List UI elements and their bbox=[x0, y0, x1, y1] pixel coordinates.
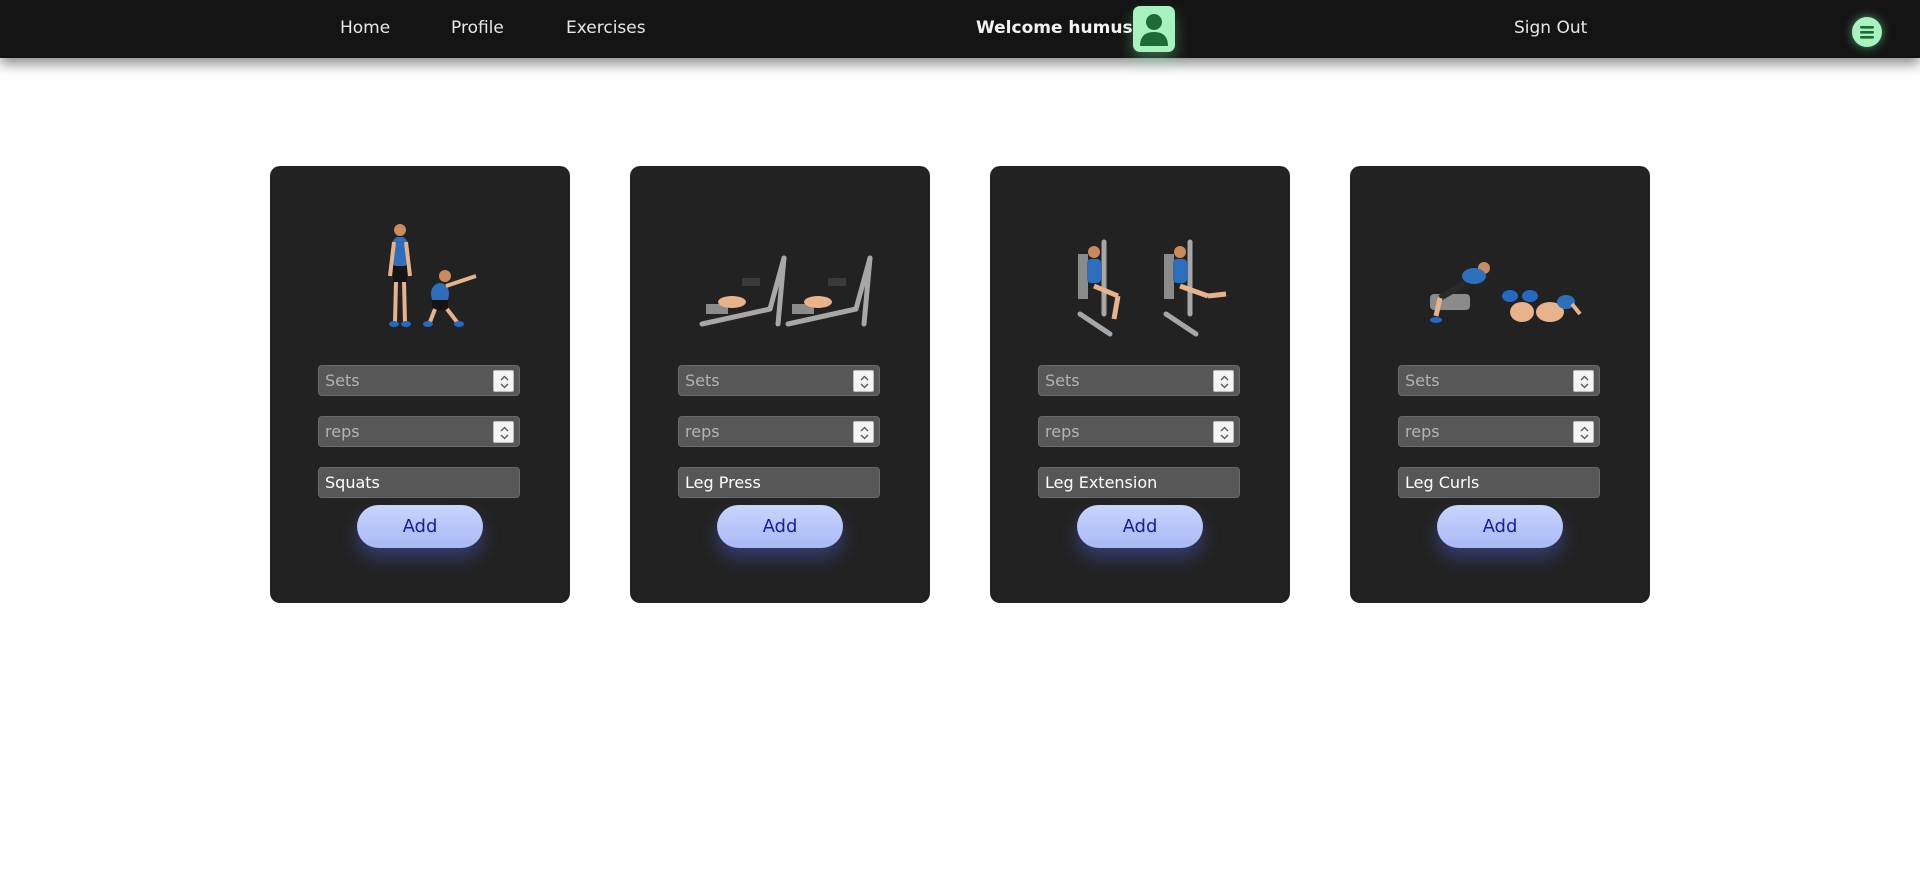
exercise-name-field: Leg Press bbox=[678, 467, 880, 498]
sets-spinner[interactable] bbox=[853, 370, 874, 392]
user-avatar[interactable] bbox=[1133, 6, 1175, 52]
leg-press-illustration bbox=[699, 255, 873, 327]
hamburger-icon bbox=[1860, 26, 1874, 39]
spinner-arrows-icon bbox=[500, 375, 509, 389]
top-navbar: Home Profile Exercises Welcome humus Sig… bbox=[0, 0, 1920, 58]
sets-input[interactable] bbox=[1039, 366, 1209, 395]
spinner-arrows-icon bbox=[1220, 426, 1229, 440]
reps-input[interactable] bbox=[1399, 417, 1569, 446]
add-button[interactable]: Add bbox=[717, 505, 843, 548]
reps-spinner[interactable] bbox=[493, 421, 514, 443]
user-icon bbox=[1140, 14, 1168, 46]
nav-home-link[interactable]: Home bbox=[340, 18, 390, 38]
add-button[interactable]: Add bbox=[1437, 505, 1563, 548]
reps-field bbox=[1038, 416, 1240, 447]
exercise-name-field: Leg Curls bbox=[1398, 467, 1600, 498]
reps-spinner[interactable] bbox=[1213, 421, 1234, 443]
sets-spinner[interactable] bbox=[1573, 370, 1594, 392]
sets-field bbox=[1038, 365, 1240, 396]
sets-input[interactable] bbox=[679, 366, 849, 395]
leg-extension-illustration bbox=[1077, 239, 1227, 337]
nav-exercises-link[interactable]: Exercises bbox=[566, 18, 646, 38]
spinner-arrows-icon bbox=[1580, 375, 1589, 389]
exercise-name-field: Squats bbox=[318, 467, 520, 498]
reps-input[interactable] bbox=[679, 417, 849, 446]
sets-input[interactable] bbox=[319, 366, 489, 395]
exercise-card-squats: Squats Add bbox=[270, 166, 570, 603]
sets-spinner[interactable] bbox=[1213, 370, 1234, 392]
welcome-text: Welcome humus bbox=[976, 18, 1133, 38]
exercise-card-leg-press: Leg Press Add bbox=[630, 166, 930, 603]
leg-curls-illustration bbox=[1430, 262, 1582, 323]
nav-profile-link[interactable]: Profile bbox=[451, 18, 504, 38]
sign-out-link[interactable]: Sign Out bbox=[1514, 18, 1587, 38]
spinner-arrows-icon bbox=[1220, 375, 1229, 389]
sets-input[interactable] bbox=[1399, 366, 1569, 395]
reps-field bbox=[1398, 416, 1600, 447]
sets-field bbox=[678, 365, 880, 396]
reps-field bbox=[678, 416, 880, 447]
sets-spinner[interactable] bbox=[493, 370, 514, 392]
exercise-name-field: Leg Extension bbox=[1038, 467, 1240, 498]
spinner-arrows-icon bbox=[860, 375, 869, 389]
exercise-card-leg-extension: Leg Extension Add bbox=[990, 166, 1290, 603]
reps-spinner[interactable] bbox=[1573, 421, 1594, 443]
sets-field bbox=[318, 365, 520, 396]
sets-field bbox=[1398, 365, 1600, 396]
spinner-arrows-icon bbox=[1580, 426, 1589, 440]
add-button[interactable]: Add bbox=[1077, 505, 1203, 548]
add-button[interactable]: Add bbox=[357, 505, 483, 548]
exercise-card-leg-curls: Leg Curls Add bbox=[1350, 166, 1650, 603]
menu-button[interactable] bbox=[1852, 17, 1882, 47]
reps-input[interactable] bbox=[1039, 417, 1209, 446]
spinner-arrows-icon bbox=[500, 426, 509, 440]
spinner-arrows-icon bbox=[860, 426, 869, 440]
reps-input[interactable] bbox=[319, 417, 489, 446]
reps-spinner[interactable] bbox=[853, 421, 874, 443]
squats-illustration bbox=[388, 224, 477, 327]
reps-field bbox=[318, 416, 520, 447]
